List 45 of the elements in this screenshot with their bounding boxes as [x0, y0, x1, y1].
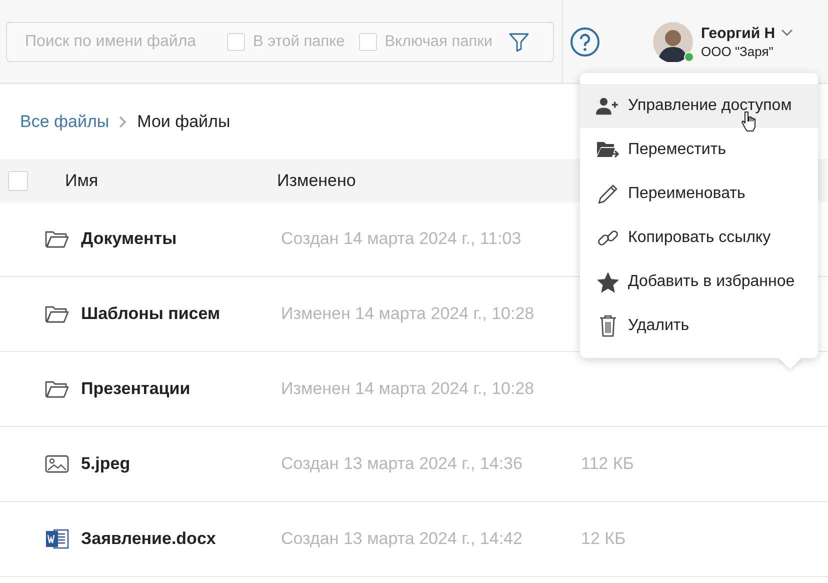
folder-icon: [45, 380, 69, 398]
folder-icon: [45, 305, 69, 323]
checkbox-label: В этой папке: [253, 32, 345, 50]
filter-icon[interactable]: [508, 32, 529, 52]
breadcrumb-link[interactable]: Мои файлы: [137, 112, 230, 132]
chevron-right-icon: [119, 116, 128, 128]
document-icon: [45, 528, 69, 550]
folder-arrow-icon: [596, 141, 620, 159]
modified-date: Изменен 14 марта 2024 г., 10:28: [281, 379, 536, 399]
checkbox-label: Включая папки: [384, 32, 493, 50]
menu-item[interactable]: Управление доступом: [580, 84, 818, 128]
modified-date: Создан 13 марта 2024 г., 14:42: [281, 529, 524, 549]
user-name[interactable]: Георгий Н: [701, 24, 776, 42]
company-name: ООО "Заря": [701, 44, 774, 58]
chevron-down-icon[interactable]: [781, 29, 794, 37]
search-input[interactable]: Поиск по имени файла: [23, 32, 219, 52]
modified-date: Создан 14 марта 2024 г., 11:03: [281, 229, 522, 249]
file-name[interactable]: Шаблоны писем: [81, 304, 281, 324]
menu-item[interactable]: Переместить: [580, 128, 818, 172]
breadcrumb-link[interactable]: Все файлы: [20, 112, 110, 132]
trash-icon: [599, 315, 617, 337]
file-name[interactable]: 5.jpeg: [81, 454, 281, 474]
file-size: 12 КБ: [581, 529, 626, 549]
help-icon[interactable]: [570, 26, 600, 56]
menu-item[interactable]: Удалить: [580, 304, 818, 348]
menu-item[interactable]: Добавить в избранное: [580, 260, 818, 304]
add-user-icon: [596, 96, 620, 116]
star-icon: [597, 272, 619, 292]
image-icon: [45, 454, 69, 474]
file-name[interactable]: Презентации: [81, 379, 281, 399]
file-name[interactable]: Заявление.docx: [81, 529, 281, 549]
select-all-checkbox[interactable]: [8, 170, 28, 190]
avatar[interactable]: [653, 22, 693, 62]
pencil-icon: [597, 183, 619, 205]
file-size: 112 КБ: [581, 454, 634, 474]
modified-date: Изменен 14 марта 2024 г., 10:28: [281, 304, 536, 324]
checkbox[interactable]: [227, 32, 245, 50]
file-name[interactable]: Документы: [81, 229, 281, 249]
column-header[interactable]: Изменено: [277, 170, 577, 190]
column-header[interactable]: Имя: [65, 170, 277, 190]
folder-icon: [45, 230, 69, 248]
modified-date: Создан 13 марта 2024 г., 14:36: [281, 454, 524, 474]
menu-item[interactable]: Копировать ссылку: [580, 216, 818, 260]
menu-item[interactable]: Переименовать: [580, 172, 818, 216]
checkbox[interactable]: [358, 32, 377, 50]
